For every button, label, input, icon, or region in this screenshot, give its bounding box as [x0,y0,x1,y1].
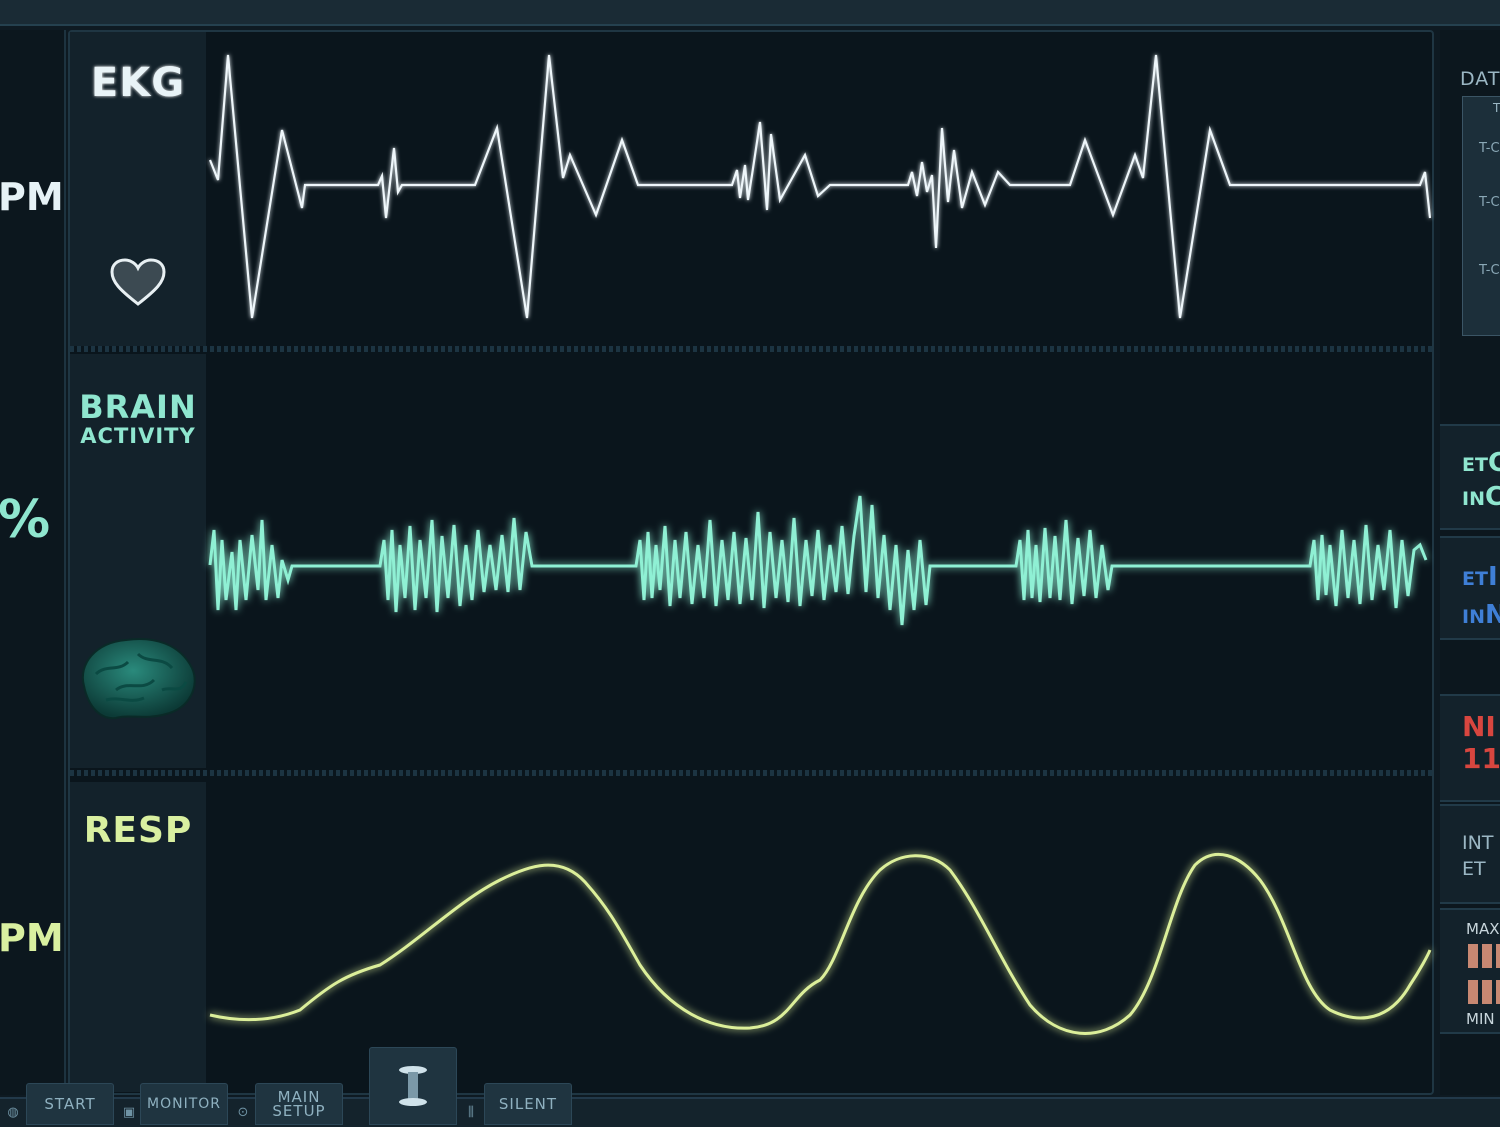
range-box[interactable]: MAX MIN [1440,908,1500,1034]
main-setup-button[interactable]: MAIN SETUP [255,1083,343,1125]
silent-button[interactable]: SILENT [484,1083,572,1125]
hourglass-icon [399,1066,427,1106]
range-bar-max [1468,944,1500,968]
alarm-box[interactable]: NI 117 [1440,694,1500,802]
gas-box-1[interactable]: ETC INC [1440,424,1500,530]
gas1-et-value: C [1488,448,1500,478]
gas2-in-label: IN [1462,606,1485,628]
start-icon[interactable]: ◍ [4,1104,22,1122]
monitor-icon[interactable]: ▣ [120,1104,138,1122]
main-setup-line2: SETUP [272,1102,326,1120]
ekg-waveform [208,54,1432,1035]
data-header: DAT [1460,68,1500,90]
gas1-in-value: C [1485,482,1500,512]
interval-box[interactable]: INT ET [1440,804,1500,904]
range-bar-min [1468,980,1500,1004]
silent-icon[interactable]: ⫼ [462,1104,480,1122]
data-table-tab: T [1493,101,1500,115]
gas1-et-label: ET [1462,454,1488,476]
range-min-label: MIN [1466,1010,1495,1028]
gas-box-2[interactable]: ETI INN [1440,536,1500,640]
data-table: T T-C T-C T-C [1462,96,1500,336]
data-row: T-C [1479,195,1500,210]
start-button[interactable]: START [26,1083,114,1125]
data-row: T-C [1479,263,1500,278]
center-toggle-button[interactable] [369,1047,457,1125]
interval-et-label: ET [1462,858,1486,880]
gas2-et-label: ET [1462,568,1488,590]
data-row: T-C [1479,141,1500,156]
interval-label: INT [1462,832,1494,854]
setup-icon[interactable]: ⊙ [234,1104,252,1122]
alarm-value: 117 [1462,742,1500,775]
gas2-in-value: N [1485,600,1500,630]
gas1-in-label: IN [1462,488,1485,510]
right-info-column: DAT T T-C T-C T-C ETC INC ETI INN NI 117… [1440,30,1500,1095]
monitor-button[interactable]: MONITOR [140,1083,228,1125]
range-max-label: MAX [1466,920,1500,938]
alarm-label: NI [1462,710,1496,743]
gas2-et-value: I [1487,562,1498,592]
